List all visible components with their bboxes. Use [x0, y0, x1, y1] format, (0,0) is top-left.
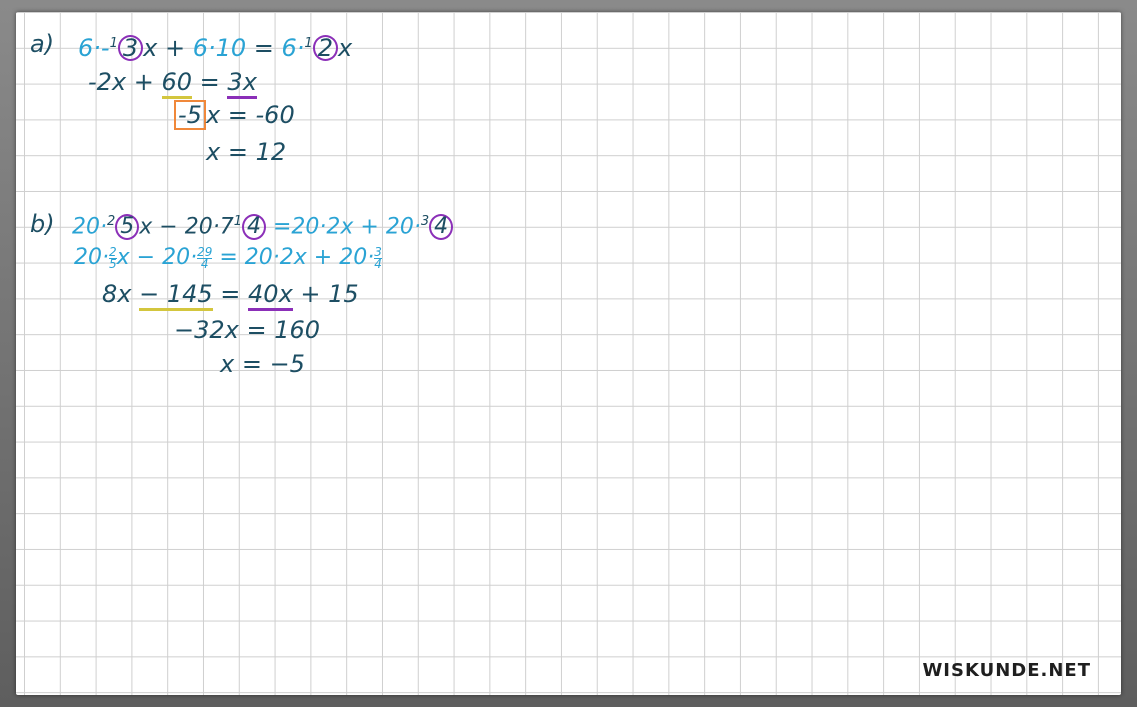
a1-sup-1: 1 — [109, 36, 118, 51]
part-b-line-5: x = −5 — [220, 350, 305, 378]
a1-equals: = — [246, 34, 282, 62]
brand-logo: WISKUNDE.NET — [922, 660, 1091, 681]
b3-underlined-145: − 145 — [139, 280, 213, 311]
b2-frac3-den: 4 — [374, 256, 382, 271]
b1-sup-3: 3 — [420, 214, 430, 229]
part-a-line-4: x = 12 — [206, 138, 287, 166]
part-b-line-3: 8x − 145 = 40x + 15 — [102, 280, 359, 311]
a2-equals: = — [192, 68, 228, 96]
a1-sup-2: 1 — [304, 36, 313, 51]
b1-circled-5: 5 — [115, 214, 140, 241]
b1-term-3: =20·2x + 20· — [266, 214, 421, 240]
b2-term-1: 20· — [74, 245, 109, 270]
a1-term-1: 6·- — [78, 34, 110, 62]
part-b-line-1: 20·2 5 x − 20·71 4 =20·2x + 20·3 4 — [72, 208, 454, 241]
b3-underlined-40x: 40x — [248, 280, 293, 311]
b2-fraction-3: 34 — [374, 246, 382, 271]
a2-term-1: -2x + — [88, 68, 162, 96]
b2-term-2: x − 20· — [116, 245, 198, 270]
a3-boxed-minus-5: -5 — [174, 100, 206, 130]
b2-fraction-2: 29 4 — [197, 246, 213, 271]
b1-sup-1: 2 — [107, 214, 116, 229]
b3-equals: = — [212, 280, 249, 308]
b2-fraction-1: 25 — [109, 246, 117, 271]
part-b-line-4: −32x = 160 — [174, 316, 321, 344]
b1-term-1: 20· — [72, 214, 107, 240]
b3-term-1: 8x — [102, 280, 140, 308]
a1-term-6: x — [337, 34, 353, 62]
part-b-line-2: 20· 2 5 x − 20· 29 4 = 20·2x + 20· 3 4 — [74, 244, 382, 272]
a1-term-3: 6·10 — [192, 34, 247, 62]
part-a-line-1: 6·-1 3 x + 6·10 = 6·1 2 x — [78, 30, 352, 62]
part-a-line-3: -5 x = -60 — [174, 100, 295, 130]
b2-frac1-den: 5 — [109, 256, 117, 271]
a2-underlined-60: 60 — [161, 68, 193, 99]
a2-underlined-3x: 3x — [227, 68, 257, 99]
b2-term-3: = 20·2x + 20· — [212, 245, 375, 270]
a3-term: x = -60 — [205, 101, 295, 129]
a1-term-2: x + — [143, 34, 193, 62]
a1-circled-3: 3 — [117, 35, 144, 61]
b3-term-3: + 15 — [292, 280, 359, 308]
b1-sup-2: 1 — [233, 214, 242, 229]
part-b-label: b) — [30, 210, 55, 238]
b1-circled-4a: 4 — [242, 214, 266, 241]
grid-paper: a) 6·-1 3 x + 6·10 = 6·1 2 x -2x + 60 = 3x -… — [16, 12, 1121, 695]
b1-circled-4b: 4 — [429, 214, 454, 241]
a1-term-5: 6· — [281, 34, 305, 62]
part-a-line-2: -2x + 60 = 3x — [88, 68, 257, 99]
b1-term-2: x − 20·7 — [139, 214, 234, 240]
a1-circled-2: 2 — [312, 35, 338, 61]
b2-frac2-den: 4 — [200, 256, 209, 271]
part-a-label: a) — [30, 30, 55, 58]
